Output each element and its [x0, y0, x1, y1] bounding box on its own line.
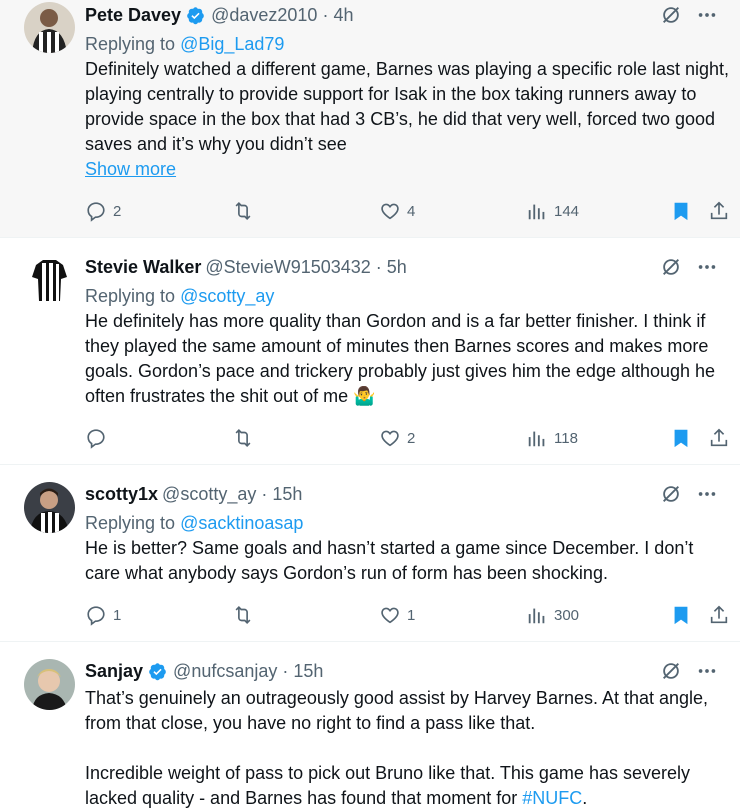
like-count: 4 — [407, 202, 416, 220]
replying-to: Replying to @Big_Lad79 — [85, 31, 730, 57]
retweet-button[interactable] — [231, 603, 261, 627]
heart-icon — [381, 430, 399, 447]
grok-icon[interactable] — [660, 256, 682, 278]
more-options-icon[interactable] — [696, 483, 718, 505]
tweet-text: He definitely has more quality than Gord… — [85, 311, 721, 406]
reply-icon — [87, 606, 105, 626]
author-name[interactable]: scotty1x — [85, 484, 158, 505]
replying-to-link[interactable]: @scotty_ay — [180, 286, 274, 306]
view-count: 144 — [554, 202, 580, 220]
replying-to: Replying to @sacktinoasap — [85, 510, 730, 536]
views-button[interactable]: 144 — [526, 199, 579, 223]
retweet-icon — [235, 202, 251, 220]
separator-dot: · — [375, 256, 382, 277]
author-name[interactable]: Sanjay — [85, 661, 143, 682]
tweet-2[interactable]: Stevie Walker @StevieW91503432 · 5h Repl… — [0, 238, 740, 465]
avatar[interactable] — [24, 2, 75, 53]
like-count: 2 — [407, 429, 416, 447]
views-button[interactable]: 300 — [526, 603, 579, 627]
tweet-4[interactable]: Sanjay @nufcsanjay · 15h That’s genuinel… — [0, 642, 740, 808]
verified-badge-icon — [149, 662, 166, 680]
more-options-icon[interactable] — [696, 4, 718, 26]
tweet-1[interactable]: Pete Davey @davez2010 · 4h Replying to @… — [0, 0, 740, 238]
separator-dot: · — [322, 4, 329, 25]
separator-dot: · — [261, 483, 268, 504]
reply-count: 2 — [113, 202, 122, 220]
heart-icon — [381, 607, 399, 624]
heart-icon — [381, 203, 399, 220]
tweet-text-paragraph-1: That’s genuinely an outrageously good as… — [85, 688, 714, 733]
reply-icon — [87, 202, 105, 222]
timestamp[interactable]: 4h — [333, 5, 353, 26]
avatar[interactable] — [24, 482, 75, 533]
share-icon[interactable] — [708, 604, 730, 626]
grok-icon[interactable] — [660, 660, 682, 682]
timestamp[interactable]: 15h — [293, 661, 323, 682]
replying-to-link[interactable]: @Big_Lad79 — [180, 34, 284, 54]
author-handle[interactable]: @StevieW91503432 — [205, 257, 370, 278]
hashtag-link[interactable]: #NUFC — [522, 788, 582, 808]
tweet-text: Incredible weight of pass to pick out Br… — [85, 761, 730, 811]
bookmark-icon[interactable] — [670, 200, 692, 222]
views-icon — [528, 608, 545, 624]
avatar[interactable] — [24, 255, 75, 306]
tweet-3[interactable]: scotty1x @scotty_ay · 15h Replying to @s… — [0, 465, 740, 642]
bookmark-icon[interactable] — [670, 604, 692, 626]
author-handle[interactable]: @nufcsanjay — [173, 661, 277, 682]
author-handle[interactable]: @scotty_ay — [162, 484, 256, 505]
avatar[interactable] — [24, 659, 75, 710]
replying-label: Replying to — [85, 513, 176, 533]
separator-dot: · — [282, 660, 289, 681]
replying-label: Replying to — [85, 34, 176, 54]
like-count: 1 — [407, 606, 416, 624]
timestamp[interactable]: 15h — [272, 484, 302, 505]
bookmark-icon[interactable] — [670, 427, 692, 449]
grok-icon[interactable] — [660, 4, 682, 26]
tweet-text-paragraph-2: Incredible weight of pass to pick out Br… — [85, 763, 696, 808]
tweet-text: That’s genuinely an outrageously good as… — [85, 686, 730, 736]
author-name[interactable]: Stevie Walker — [85, 257, 201, 278]
reply-icon — [87, 429, 105, 449]
author-name[interactable]: Pete Davey — [85, 5, 181, 26]
reply-count: 1 — [113, 606, 122, 624]
verified-badge-icon — [187, 6, 204, 24]
share-icon[interactable] — [708, 427, 730, 449]
retweet-button[interactable] — [231, 426, 261, 450]
like-button[interactable]: 2 — [379, 426, 415, 450]
reply-button[interactable]: 2 — [85, 199, 121, 223]
like-button[interactable]: 1 — [379, 603, 415, 627]
reply-button[interactable] — [85, 426, 113, 450]
grok-icon[interactable] — [660, 483, 682, 505]
author-handle[interactable]: @davez2010 — [211, 5, 317, 26]
replying-to: Replying to @scotty_ay — [85, 283, 730, 309]
retweet-icon — [235, 429, 251, 447]
views-icon — [528, 204, 545, 220]
more-options-icon[interactable] — [696, 660, 718, 682]
replying-to-link[interactable]: @sacktinoasap — [180, 513, 303, 533]
share-icon[interactable] — [708, 200, 730, 222]
like-button[interactable]: 4 — [379, 199, 415, 223]
tweet-text: Definitely watched a different game, Bar… — [85, 59, 735, 154]
replying-label: Replying to — [85, 286, 176, 306]
views-button[interactable]: 118 — [526, 426, 578, 450]
view-count: 118 — [554, 429, 578, 447]
retweet-button[interactable] — [231, 199, 261, 223]
more-options-icon[interactable] — [696, 256, 718, 278]
tweet-text: He is better? Same goals and hasn’t star… — [85, 538, 699, 583]
view-count: 300 — [554, 606, 580, 624]
reply-button[interactable]: 1 — [85, 603, 121, 627]
timestamp[interactable]: 5h — [387, 257, 407, 278]
retweet-icon — [235, 606, 251, 624]
show-more-link[interactable]: Show more — [85, 157, 176, 182]
views-icon — [528, 431, 545, 447]
tweet-text-end: . — [582, 788, 588, 808]
